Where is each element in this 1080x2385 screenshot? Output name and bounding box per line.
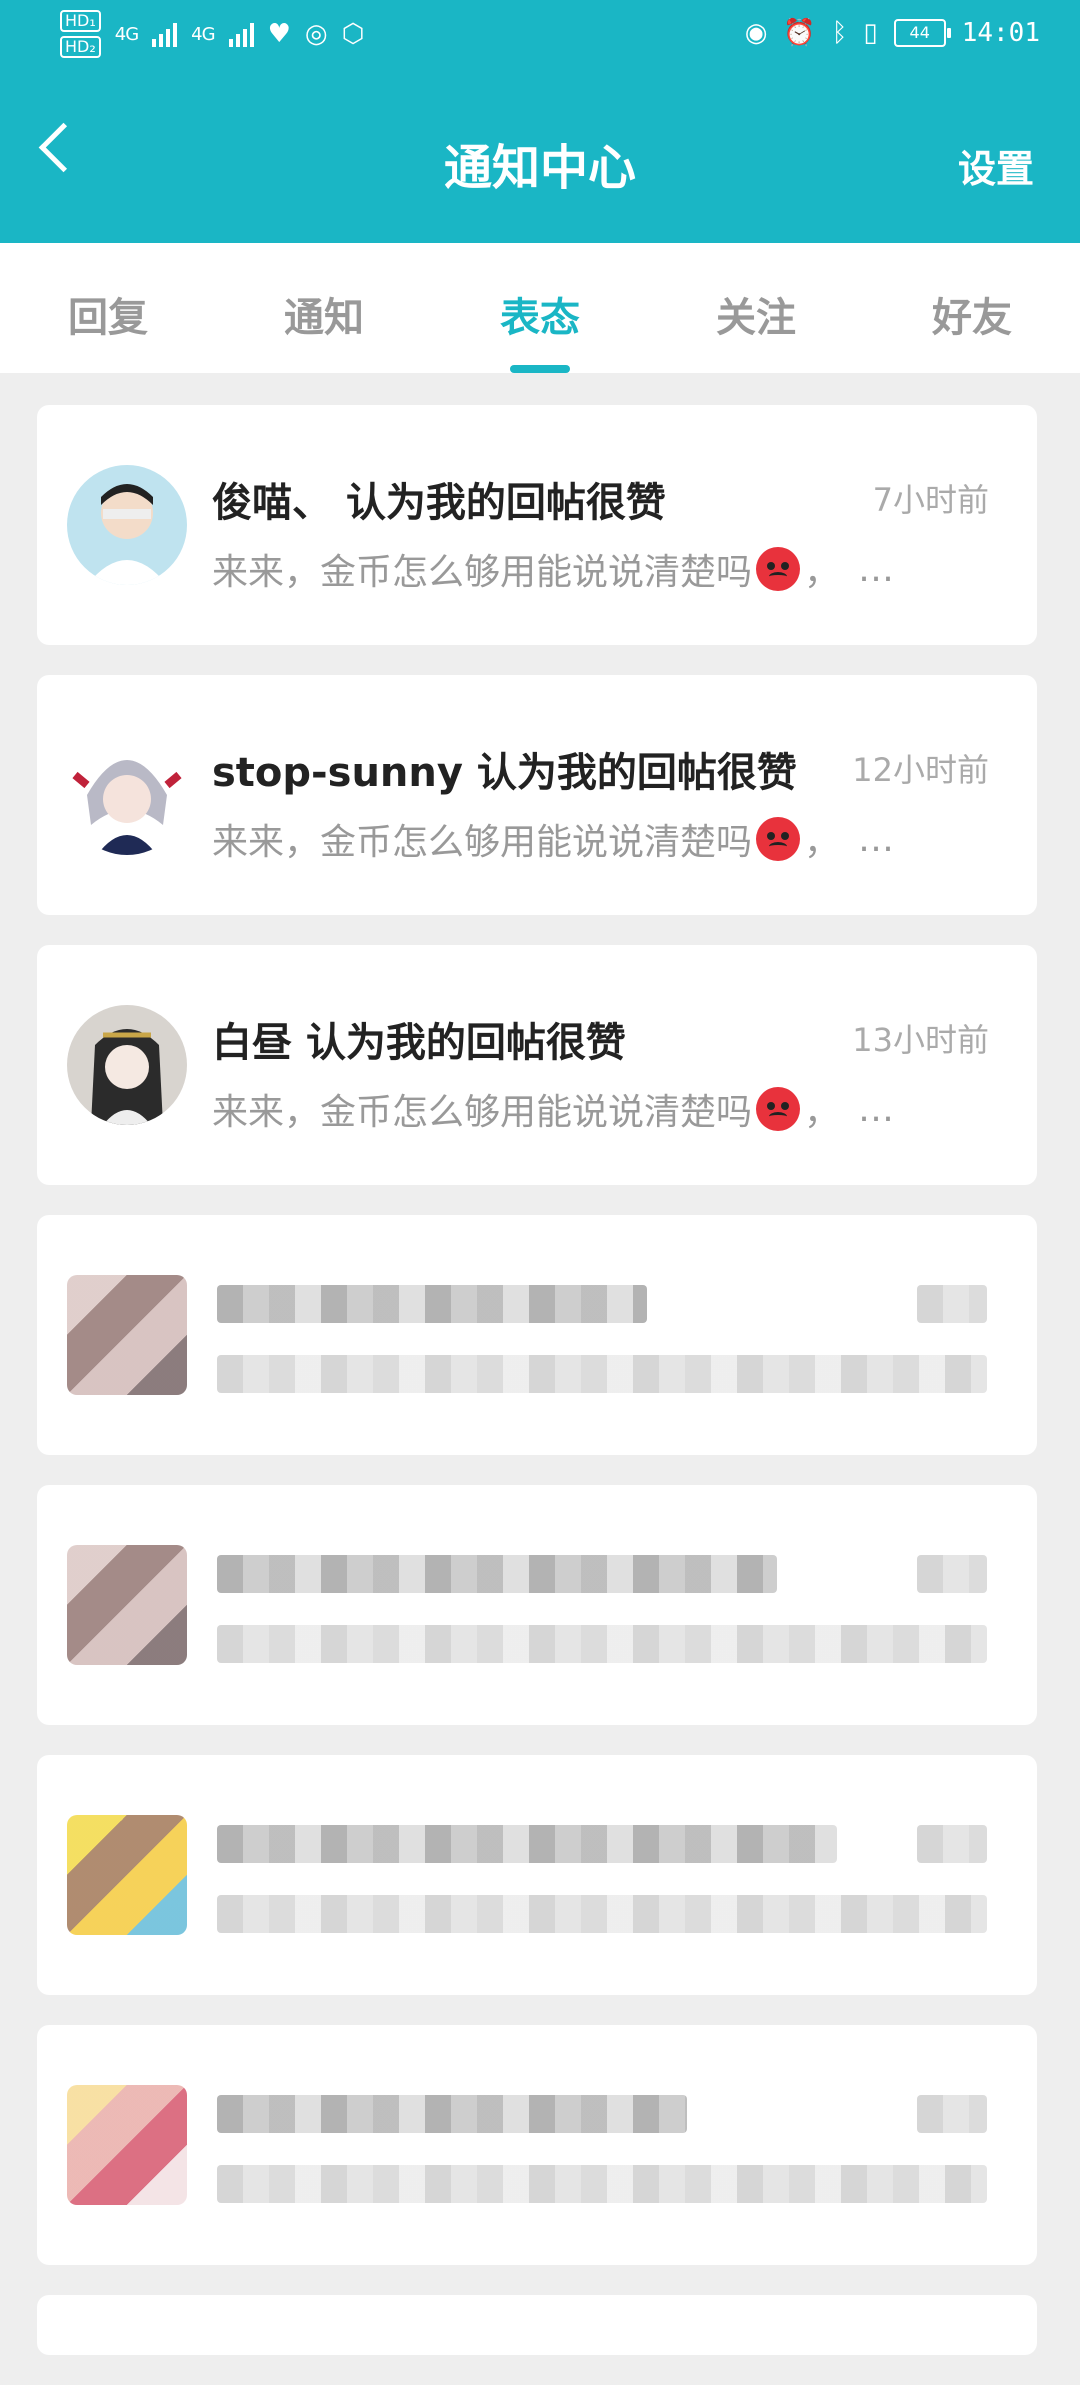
blurred-preview <box>217 1625 987 1663</box>
tab-follow-label: 关注 <box>716 295 796 341</box>
blurred-title <box>217 1825 837 1863</box>
page-title: 通知中心 <box>443 140 636 196</box>
notification-user[interactable]: stop-sunny <box>212 750 463 796</box>
hd-badge-1: HD₁ <box>60 10 101 32</box>
clock: 14:01 <box>961 18 1040 48</box>
preview-suffix: ， <box>804 1092 841 1133</box>
preview-ellipsis: … <box>858 818 897 860</box>
avatar[interactable] <box>67 1005 187 1125</box>
signal-bars-2-icon <box>228 21 254 47</box>
blurred-preview <box>217 2165 987 2203</box>
hd-badge-2: HD₂ <box>60 36 101 58</box>
angry-emoji-icon <box>756 1087 801 1131</box>
blurred-preview <box>217 1895 987 1933</box>
notification-user[interactable]: 俊喵、 <box>212 480 332 526</box>
blurred-avatar <box>67 1815 187 1935</box>
eye-icon: ◉ <box>744 18 768 48</box>
tab-notice-label: 通知 <box>284 295 364 341</box>
notification-time: 7小时前 <box>872 481 989 519</box>
preview-suffix: ， <box>804 552 841 593</box>
tab-reply-label: 回复 <box>68 295 148 341</box>
signal-label-2: 4G <box>191 23 215 45</box>
notification-user[interactable]: 白昼 <box>212 1020 292 1066</box>
tab-notice[interactable]: 通知 <box>216 243 432 373</box>
active-tab-indicator <box>510 365 570 373</box>
preview-text: 来来，金币怎么够用能说说清楚吗 <box>212 1092 753 1133</box>
notification-action: 认为我的回帖很赞 <box>345 480 666 526</box>
angry-emoji-icon <box>756 547 801 591</box>
notification-preview: 来来，金币怎么够用能说说清楚吗 ， … <box>212 1083 896 1135</box>
notification-card-blurred[interactable] <box>37 2025 1037 2265</box>
tab-friends-label: 好友 <box>932 295 1012 341</box>
blurred-time <box>917 1555 987 1593</box>
blurred-avatar <box>67 1275 187 1395</box>
notification-card-blurred[interactable] <box>37 1485 1037 1725</box>
tab-reply[interactable]: 回复 <box>0 243 216 373</box>
notification-list: 俊喵、 认为我的回帖很赞 7小时前 来来，金币怎么够用能说说清楚吗 ， … stop… <box>37 405 1037 2385</box>
preview-suffix: ， <box>804 822 841 863</box>
heart-rate-icon: ♥ <box>267 19 291 49</box>
notification-card-blurred[interactable] <box>37 1755 1037 1995</box>
notification-title: stop-sunny 认为我的回帖很赞 <box>212 740 797 798</box>
blurred-title <box>217 1285 647 1323</box>
shield-icon: ⬡ <box>341 19 365 49</box>
tab-reaction[interactable]: 表态 <box>432 243 648 373</box>
signal-label-1: 4G <box>114 23 139 45</box>
blurred-time <box>917 1285 987 1323</box>
blurred-avatar <box>67 2085 187 2205</box>
top-bar: HD₁ HD₂ 4G 4G ♥ ◎ ⬡ ◉ ⏰ ᛒ ▯ 44 14:01 通知中… <box>0 0 1080 243</box>
tab-bar: 回复 通知 表态 关注 好友 <box>0 243 1080 373</box>
preview-ellipsis: … <box>858 1088 897 1130</box>
blurred-title <box>217 1555 777 1593</box>
battery-icon: 44 <box>893 19 951 47</box>
notification-preview: 来来，金币怎么够用能说说清楚吗 ， … <box>212 813 896 865</box>
angry-emoji-icon <box>756 817 801 861</box>
avatar[interactable] <box>67 465 187 585</box>
blurred-title <box>217 2095 687 2133</box>
blurred-preview <box>217 1355 987 1393</box>
notification-card[interactable]: 俊喵、 认为我的回帖很赞 7小时前 来来，金币怎么够用能说说清楚吗 ， … <box>37 405 1037 645</box>
notification-time: 13小时前 <box>852 1021 989 1059</box>
status-bar: HD₁ HD₂ 4G 4G ♥ ◎ ⬡ ◉ ⏰ ᛒ ▯ 44 14:01 <box>0 0 1080 70</box>
preview-text: 来来，金币怎么够用能说说清楚吗 <box>212 822 753 863</box>
notification-title: 俊喵、 认为我的回帖很赞 <box>212 470 666 528</box>
notification-card[interactable]: 白昼 认为我的回帖很赞 13小时前 来来，金币怎么够用能说说清楚吗 ， … <box>37 945 1037 1185</box>
notification-action: 认为我的回帖很赞 <box>476 750 797 796</box>
notification-time: 12小时前 <box>852 751 989 789</box>
preview-ellipsis: … <box>858 548 897 590</box>
bluetooth-icon: ᛒ <box>831 18 848 48</box>
tab-follow[interactable]: 关注 <box>648 243 864 373</box>
tab-friends[interactable]: 好友 <box>864 243 1080 373</box>
blurred-avatar <box>67 1545 187 1665</box>
notification-title: 白昼 认为我的回帖很赞 <box>212 1010 626 1068</box>
wechat-icon: ◎ <box>304 19 328 49</box>
blurred-time <box>917 1825 987 1863</box>
notification-card-blurred[interactable] <box>37 1215 1037 1455</box>
notification-preview: 来来，金币怎么够用能说说清楚吗 ， … <box>212 543 896 595</box>
preview-text: 来来，金币怎么够用能说说清楚吗 <box>212 552 753 593</box>
notification-card-partial[interactable] <box>37 2295 1037 2355</box>
signal-bars-1-icon <box>152 21 178 47</box>
notification-card[interactable]: stop-sunny 认为我的回帖很赞 12小时前 来来，金币怎么够用能说说清楚… <box>37 675 1037 915</box>
vibrate-icon: ▯ <box>863 18 878 48</box>
status-left: HD₁ HD₂ 4G 4G ♥ ◎ ⬡ <box>60 10 364 58</box>
status-right: ◉ ⏰ ᛒ ▯ 44 14:01 <box>745 18 1040 48</box>
alarm-icon: ⏰ <box>783 18 816 48</box>
notification-action: 认为我的回帖很赞 <box>305 1020 626 1066</box>
hd-indicator: HD₁ HD₂ <box>60 10 101 58</box>
tab-reaction-label: 表态 <box>500 295 580 341</box>
settings-button[interactable]: 设置 <box>958 138 1034 193</box>
blurred-time <box>917 2095 987 2133</box>
avatar[interactable] <box>67 735 187 855</box>
